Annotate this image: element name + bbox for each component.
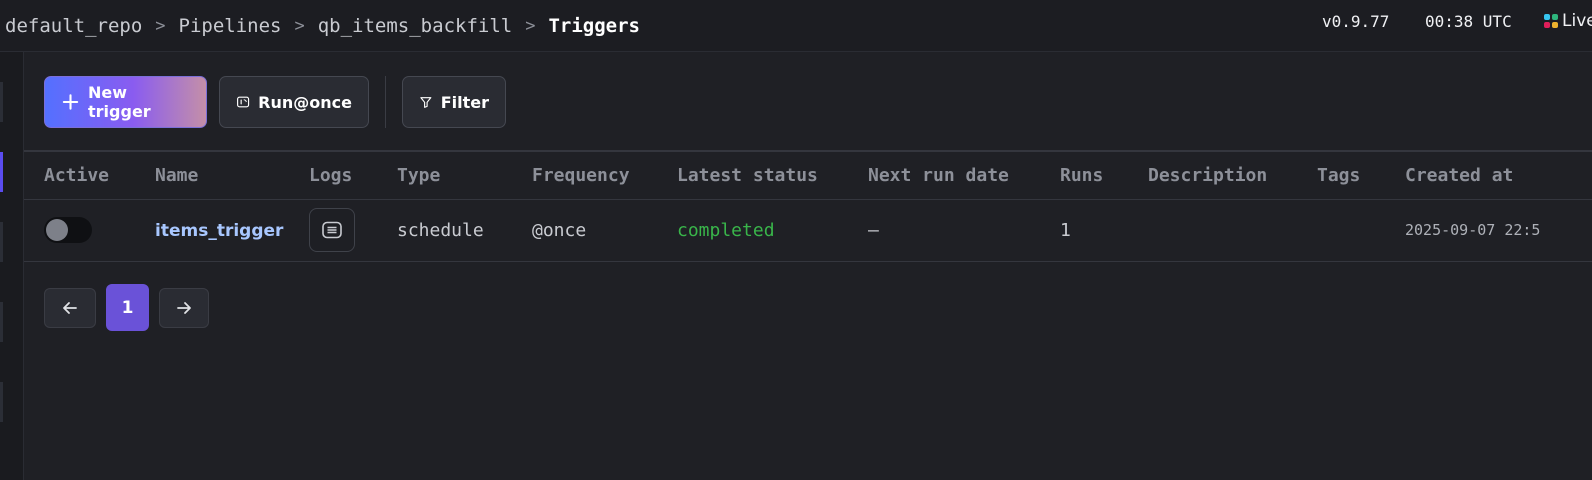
cell-runs: 1 [1060, 219, 1071, 241]
clock-label: 00:38 UTC [1425, 11, 1512, 31]
cell-logs [309, 199, 397, 261]
toolbar: New trigger Run@once Filter [44, 76, 506, 128]
column-header-runs: Runs [1060, 164, 1104, 186]
arrow-right-icon [177, 301, 191, 314]
breadcrumb-pipeline[interactable]: qb_items_backfill [318, 15, 512, 37]
column-header-name: Name [155, 164, 199, 186]
filter-icon [420, 97, 432, 108]
run-once-icon [237, 96, 250, 108]
left-rail [0, 52, 24, 480]
column-header-frequency: Frequency [532, 164, 630, 186]
cell-description [1148, 199, 1317, 261]
breadcrumb: default_repo > Pipelines > qb_items_back… [0, 15, 640, 37]
breadcrumb-current: Triggers [548, 14, 640, 37]
filter-button[interactable]: Filter [402, 76, 506, 128]
cell-tags [1317, 199, 1405, 261]
column-header-type: Type [397, 164, 441, 186]
new-trigger-button[interactable]: New trigger [44, 76, 207, 128]
breadcrumb-pipelines[interactable]: Pipelines [179, 15, 282, 37]
column-header-description: Description [1148, 164, 1268, 186]
column-header-created-at: Created at [1405, 164, 1514, 186]
column-header-tags: Tags [1317, 164, 1361, 186]
cell-active [24, 199, 155, 261]
rail-item[interactable] [0, 382, 3, 422]
column-header-logs: Logs [309, 164, 353, 186]
toggle-knob [46, 219, 68, 241]
next-page-button[interactable] [159, 287, 209, 328]
column-header-latest-status: Latest status [677, 164, 818, 186]
rail-item[interactable] [0, 302, 3, 342]
cell-latest-status: completed [677, 219, 775, 241]
trigger-name-link[interactable]: items_trigger [155, 221, 283, 241]
new-trigger-label: New trigger [88, 83, 151, 121]
rail-item[interactable] [0, 82, 3, 122]
live-link[interactable]: Live [1544, 11, 1592, 31]
column-header-active: Active [44, 164, 110, 186]
breadcrumb-repo[interactable]: default_repo [5, 15, 142, 37]
plus-icon [62, 94, 79, 110]
run-once-button[interactable]: Run@once [219, 76, 369, 128]
pagination: 1 [44, 284, 209, 331]
chevron-right-icon: > [525, 15, 536, 36]
cell-created-at: 2025-09-07 22:5 [1405, 221, 1541, 239]
arrow-left-icon [63, 301, 77, 314]
prev-page-button[interactable] [44, 287, 96, 328]
logs-icon [322, 221, 342, 239]
top-header: default_repo > Pipelines > qb_items_back… [0, 0, 1592, 52]
slack-icon [1544, 14, 1558, 28]
active-toggle[interactable] [44, 217, 92, 243]
page-button-current[interactable]: 1 [106, 284, 149, 331]
rail-item[interactable] [0, 222, 3, 262]
chevron-right-icon: > [155, 15, 166, 36]
logs-button[interactable] [309, 208, 355, 252]
cell-type: schedule [397, 219, 484, 241]
run-once-label: Run@once [258, 92, 352, 112]
live-label: Live [1562, 11, 1592, 31]
version-label: v0.9.77 [1322, 11, 1390, 31]
chevron-right-icon: > [294, 15, 305, 36]
filter-label: Filter [440, 92, 489, 112]
main-content: New trigger Run@once Filter Active Name … [24, 52, 1592, 480]
table-header-row: Active Name Logs Type Frequency Latest s… [24, 151, 1592, 199]
table-row[interactable]: items_trigger schedule @once completed –… [24, 199, 1592, 261]
toolbar-divider [385, 76, 386, 128]
rail-item-active[interactable] [0, 152, 3, 192]
cell-name: items_trigger [155, 199, 309, 261]
cell-next-run-date: – [868, 219, 879, 241]
cell-frequency: @once [532, 219, 587, 241]
column-header-next-run-date: Next run date [868, 164, 1009, 186]
triggers-table: Active Name Logs Type Frequency Latest s… [24, 150, 1592, 262]
